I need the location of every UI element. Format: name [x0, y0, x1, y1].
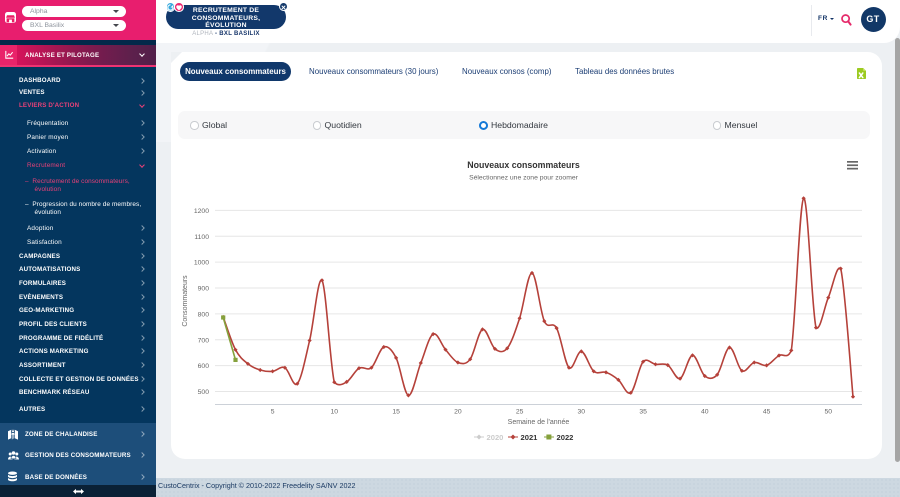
svg-text:Semaine de l'année: Semaine de l'année — [508, 419, 570, 426]
svg-text:2022: 2022 — [557, 433, 574, 442]
svg-text:Sélectionnez une zone pour zoo: Sélectionnez une zone pour zoomer — [469, 175, 579, 182]
svg-text:700: 700 — [198, 337, 210, 344]
svg-text:10: 10 — [331, 409, 339, 416]
svg-text:1200: 1200 — [194, 208, 209, 215]
svg-text:2021: 2021 — [521, 433, 539, 442]
svg-text:Nouveaux consommateurs: Nouveaux consommateurs — [467, 160, 580, 170]
svg-text:2020: 2020 — [487, 433, 504, 442]
svg-text:800: 800 — [198, 311, 210, 318]
svg-text:600: 600 — [198, 363, 210, 370]
svg-text:15: 15 — [392, 409, 400, 416]
svg-text:30: 30 — [578, 409, 586, 416]
svg-text:900: 900 — [198, 286, 210, 293]
svg-text:45: 45 — [763, 409, 771, 416]
svg-text:40: 40 — [701, 409, 709, 416]
svg-text:20: 20 — [454, 409, 462, 416]
svg-text:35: 35 — [639, 409, 647, 416]
svg-text:25: 25 — [516, 409, 524, 416]
svg-text:5: 5 — [271, 409, 275, 416]
svg-text:1000: 1000 — [194, 260, 209, 267]
svg-text:Consommateurs: Consommateurs — [182, 275, 189, 327]
svg-text:50: 50 — [825, 409, 833, 416]
svg-text:500: 500 — [198, 389, 210, 396]
svg-text:1100: 1100 — [194, 234, 209, 241]
